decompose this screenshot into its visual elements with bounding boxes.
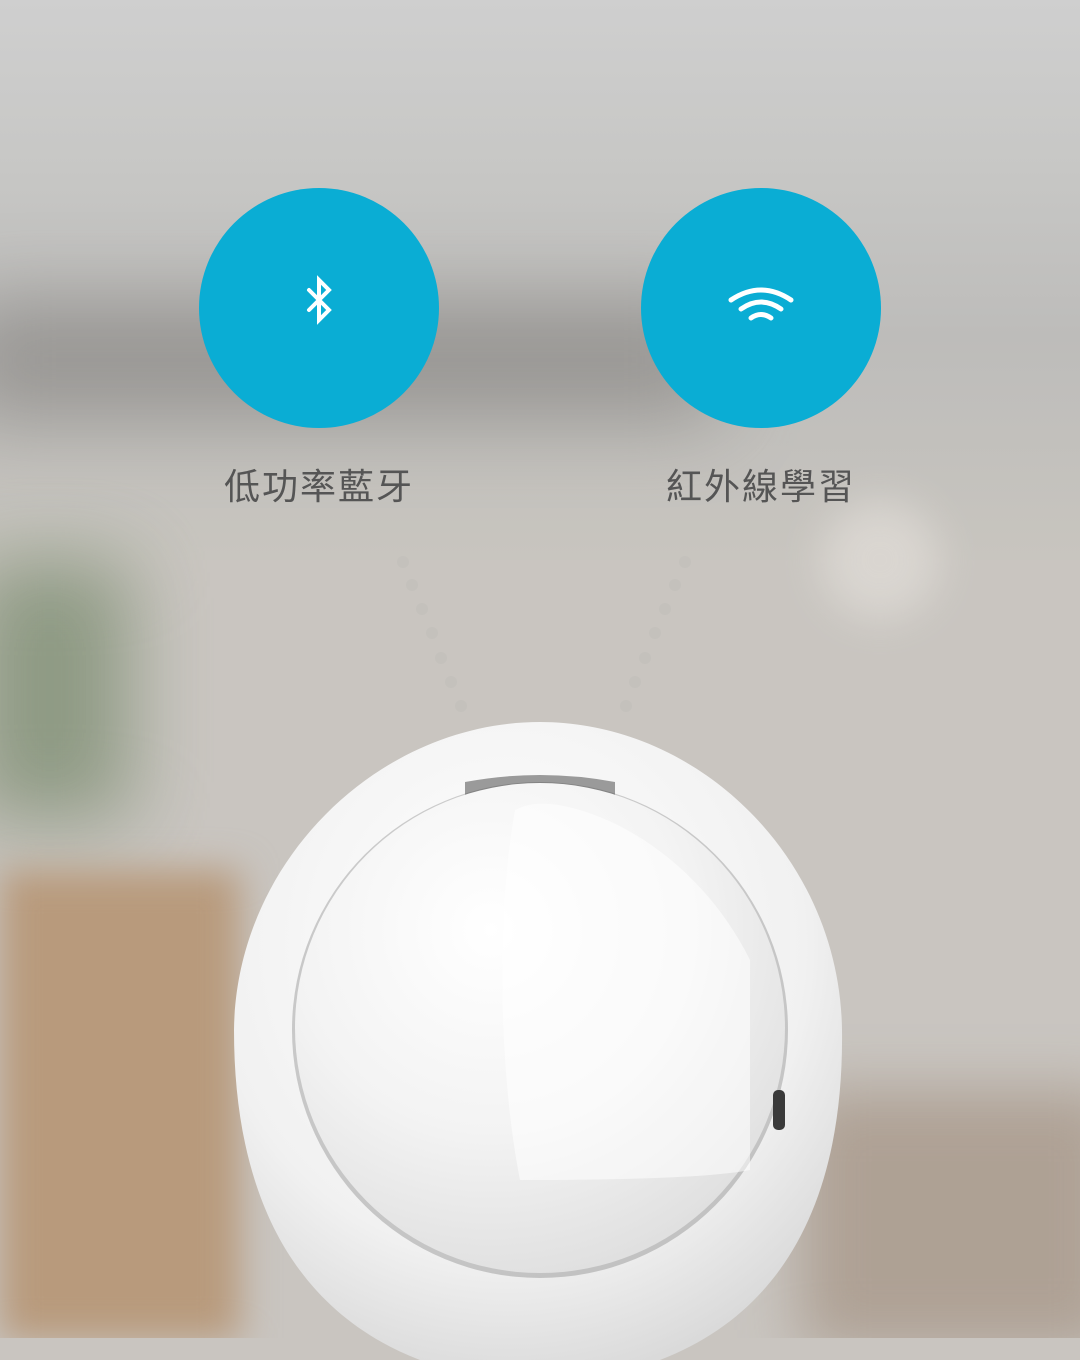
motion-sensor-device	[234, 722, 843, 1360]
